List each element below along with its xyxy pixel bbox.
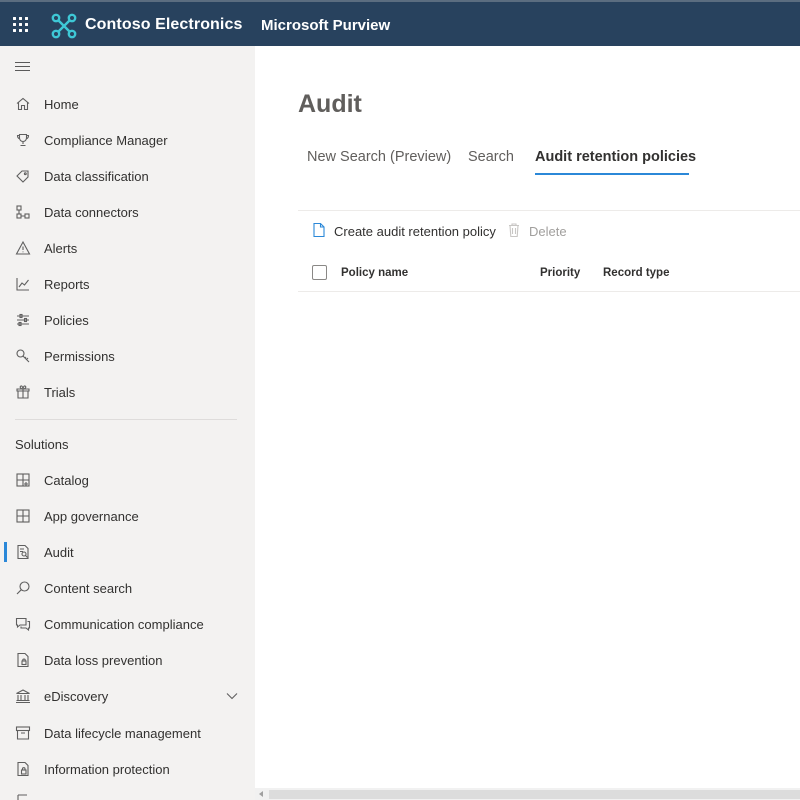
nav-item-catalog[interactable]: Catalog	[0, 463, 255, 497]
left-navigation: Home Compliance Manager Data classificat…	[0, 46, 255, 800]
nav-item-communication-compliance[interactable]: Communication compliance	[0, 607, 255, 641]
column-header-priority[interactable]: Priority	[540, 267, 580, 279]
nav-item-label: Permissions	[44, 349, 115, 364]
nav-item-label: Data connectors	[44, 205, 139, 220]
select-all-checkbox[interactable]	[312, 265, 327, 280]
app-launcher-icon[interactable]	[13, 17, 29, 33]
chat-icon	[15, 617, 31, 632]
archive-icon	[15, 726, 31, 740]
contoso-logo-icon	[51, 13, 77, 39]
sparkle-icon	[16, 385, 30, 399]
active-indicator	[4, 542, 7, 562]
nav-item-label: Information protection	[44, 762, 170, 777]
horizontal-scrollbar[interactable]	[255, 788, 800, 800]
top-header-bar: Contoso Electronics Microsoft Purview	[0, 0, 800, 46]
dlp-document-icon	[17, 652, 29, 668]
nav-item-compliance-manager[interactable]: Compliance Manager	[0, 123, 255, 157]
create-button-label: Create audit retention policy	[334, 224, 496, 239]
nav-item-content-search[interactable]: Content search	[0, 571, 255, 605]
search-icon	[16, 581, 30, 595]
nav-item-data-lifecycle-management[interactable]: Data lifecycle management	[0, 716, 255, 750]
tab-new-search-preview[interactable]: New Search (Preview)	[307, 149, 451, 165]
home-icon	[16, 97, 30, 111]
nav-item-label: Catalog	[44, 473, 89, 488]
nav-item-permissions[interactable]: Permissions	[0, 339, 255, 373]
nav-item-app-governance[interactable]: App governance	[0, 499, 255, 533]
trash-icon	[509, 223, 519, 238]
connector-icon	[16, 205, 30, 219]
nav-item-label: Data classification	[44, 169, 149, 184]
organization-name[interactable]: Contoso Electronics	[85, 16, 242, 34]
column-header-record-type[interactable]: Record type	[603, 267, 669, 279]
trophy-icon	[16, 133, 30, 147]
nav-item-label: Content search	[44, 581, 133, 596]
column-header-policy-name[interactable]: Policy name	[341, 267, 408, 279]
nav-item-information-protection[interactable]: Information protection	[0, 752, 255, 786]
nav-item-data-classification[interactable]: Data classification	[0, 159, 255, 193]
app-name[interactable]: Microsoft Purview	[261, 17, 390, 34]
nav-item-label: Reports	[44, 277, 90, 292]
partial-nav-icon	[17, 794, 27, 800]
scroll-left-arrow-icon[interactable]	[259, 791, 263, 797]
nav-item-trials[interactable]: Trials	[0, 375, 255, 409]
nav-divider	[15, 419, 237, 420]
tab-audit-retention-policies[interactable]: Audit retention policies	[535, 149, 696, 165]
warning-icon	[15, 240, 31, 255]
sliders-icon	[17, 313, 29, 327]
new-document-icon	[313, 222, 325, 238]
nav-item-label: Compliance Manager	[44, 133, 168, 148]
policy-list-header: Policy name Priority Record type	[298, 252, 800, 292]
grid-icon	[16, 509, 30, 523]
lock-document-icon	[17, 761, 29, 777]
nav-item-reports[interactable]: Reports	[0, 267, 255, 301]
tag-icon	[16, 170, 29, 183]
nav-item-alerts[interactable]: Alerts	[0, 231, 255, 265]
key-icon	[16, 349, 30, 363]
nav-item-label: Trials	[44, 385, 76, 400]
main-content: Audit New Search (Preview) Search Audit …	[255, 46, 800, 800]
command-bar: Create audit retention policy Delete	[298, 210, 800, 248]
courthouse-icon	[16, 689, 30, 704]
scrollbar-thumb[interactable]	[269, 790, 800, 799]
page-title: Audit	[298, 90, 362, 118]
nav-item-label: Alerts	[44, 241, 78, 256]
nav-item-policies[interactable]: Policies	[0, 303, 255, 337]
nav-item-label: Home	[44, 97, 79, 112]
nav-item-label: Data loss prevention	[44, 653, 163, 668]
solutions-section-title: Solutions	[15, 437, 69, 452]
audit-document-icon	[17, 544, 29, 560]
nav-item-label: eDiscovery	[44, 689, 109, 704]
nav-item-label: Communication compliance	[44, 617, 204, 632]
nav-item-data-loss-prevention[interactable]: Data loss prevention	[0, 643, 255, 677]
nav-item-data-connectors[interactable]: Data connectors	[0, 195, 255, 229]
nav-item-ediscovery[interactable]: eDiscovery	[0, 679, 255, 713]
nav-item-audit[interactable]: Audit	[0, 535, 255, 569]
nav-item-label: Data lifecycle management	[44, 726, 201, 741]
nav-item-label: App governance	[44, 509, 139, 524]
chart-line-icon	[16, 278, 29, 291]
nav-item-label: Policies	[44, 313, 89, 328]
nav-item-home[interactable]: Home	[0, 87, 255, 121]
active-tab-indicator	[535, 173, 689, 175]
nav-item-label: Audit	[44, 545, 74, 560]
delete-button-label: Delete	[529, 224, 567, 239]
tab-search[interactable]: Search	[468, 149, 514, 165]
chevron-down-icon[interactable]	[226, 691, 238, 701]
catalog-icon	[16, 473, 30, 487]
collapse-nav-icon[interactable]	[15, 62, 30, 72]
